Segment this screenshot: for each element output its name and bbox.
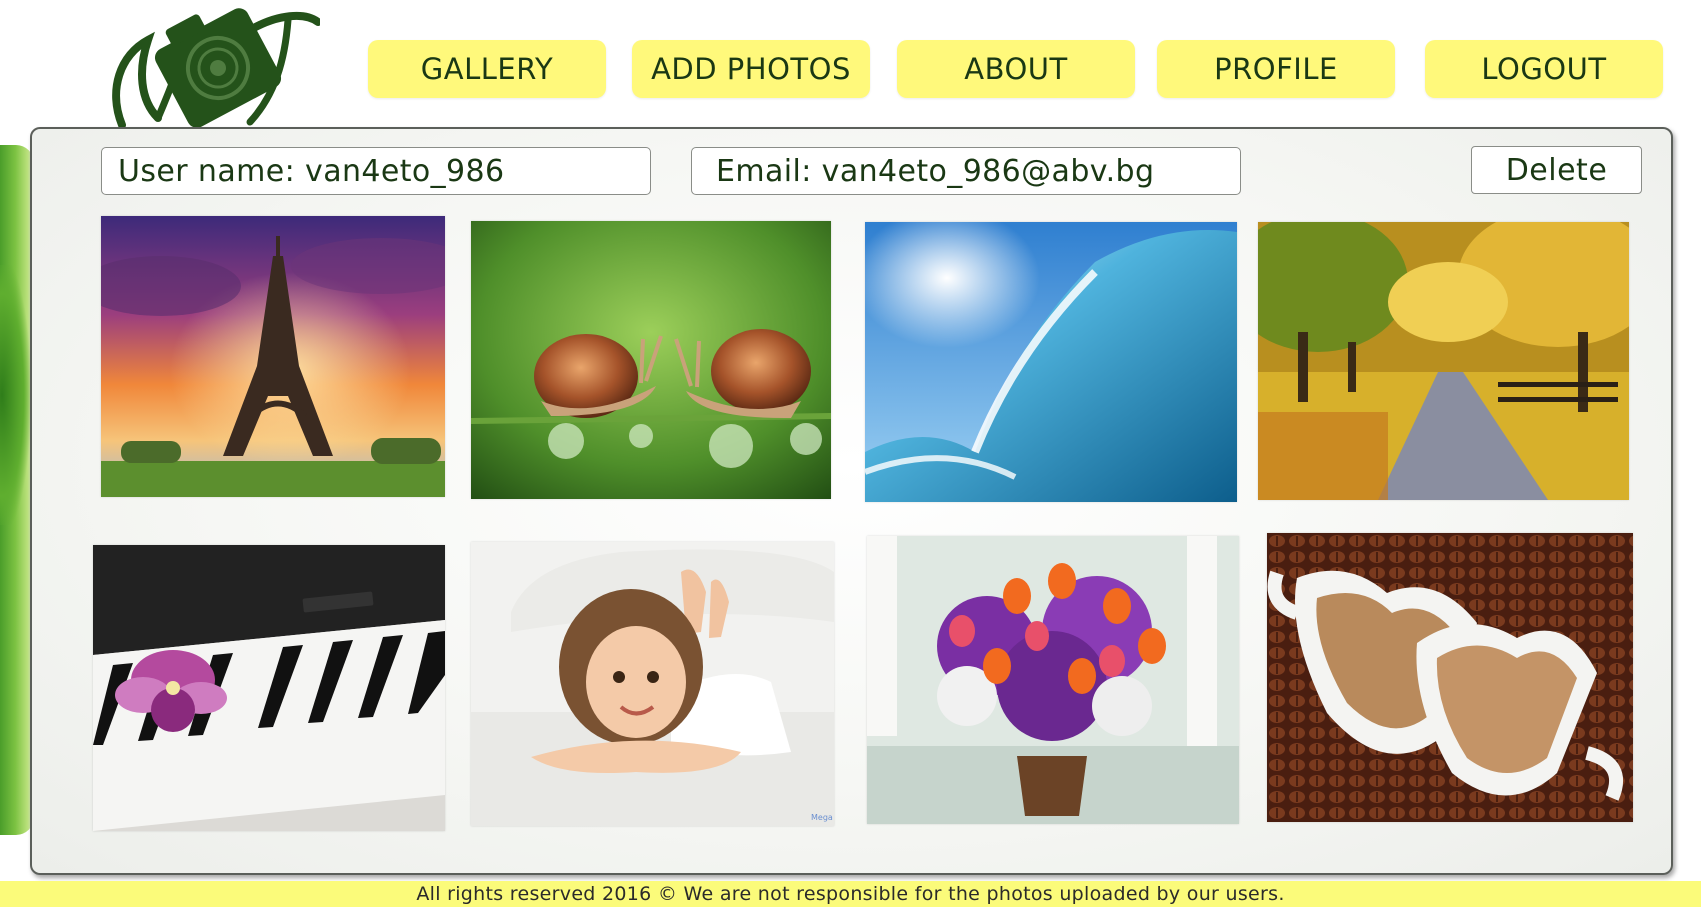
nav-about-button[interactable]: ABOUT xyxy=(897,40,1135,98)
nav-profile-button[interactable]: PROFILE xyxy=(1157,40,1395,98)
footer-text: All rights reserved 2016 © We are not re… xyxy=(416,883,1285,905)
site-logo[interactable] xyxy=(100,0,322,129)
photo-keyboard-orchid[interactable] xyxy=(93,545,445,831)
nav-add-photos-button[interactable]: ADD PHOTOS xyxy=(632,40,870,98)
nav-gallery-button[interactable]: GALLERY xyxy=(368,40,606,98)
delete-button[interactable]: Delete xyxy=(1471,146,1642,194)
ocean-wave-image xyxy=(865,222,1237,502)
photo-flower-bouquet[interactable] xyxy=(867,536,1239,824)
photo-watermark: Mega xyxy=(811,813,833,822)
eiffel-tower-image xyxy=(101,216,445,497)
coffee-cups-image xyxy=(1267,533,1633,822)
photo-eiffel-tower[interactable] xyxy=(101,216,445,497)
camera-logo-icon xyxy=(112,8,322,129)
photo-coffee-cups[interactable] xyxy=(1267,533,1633,822)
snails-image xyxy=(471,221,831,499)
photo-ocean-wave[interactable] xyxy=(865,222,1237,502)
autumn-road-image xyxy=(1258,222,1629,500)
photo-autumn-road[interactable] xyxy=(1258,222,1629,500)
email-field: Email: van4eto_986@abv.bg xyxy=(691,147,1241,195)
decorative-leaf-background xyxy=(0,145,34,835)
flower-bouquet-image xyxy=(867,536,1239,824)
photo-smiling-girl[interactable]: Mega xyxy=(471,542,834,826)
photo-snails[interactable] xyxy=(471,221,831,499)
keyboard-orchid-image xyxy=(93,545,445,831)
username-field: User name: van4eto_986 xyxy=(101,147,651,195)
nav-logout-button[interactable]: LOGOUT xyxy=(1425,40,1663,98)
smiling-girl-image: Mega xyxy=(471,542,834,826)
footer-bar: All rights reserved 2016 © We are not re… xyxy=(0,881,1701,907)
